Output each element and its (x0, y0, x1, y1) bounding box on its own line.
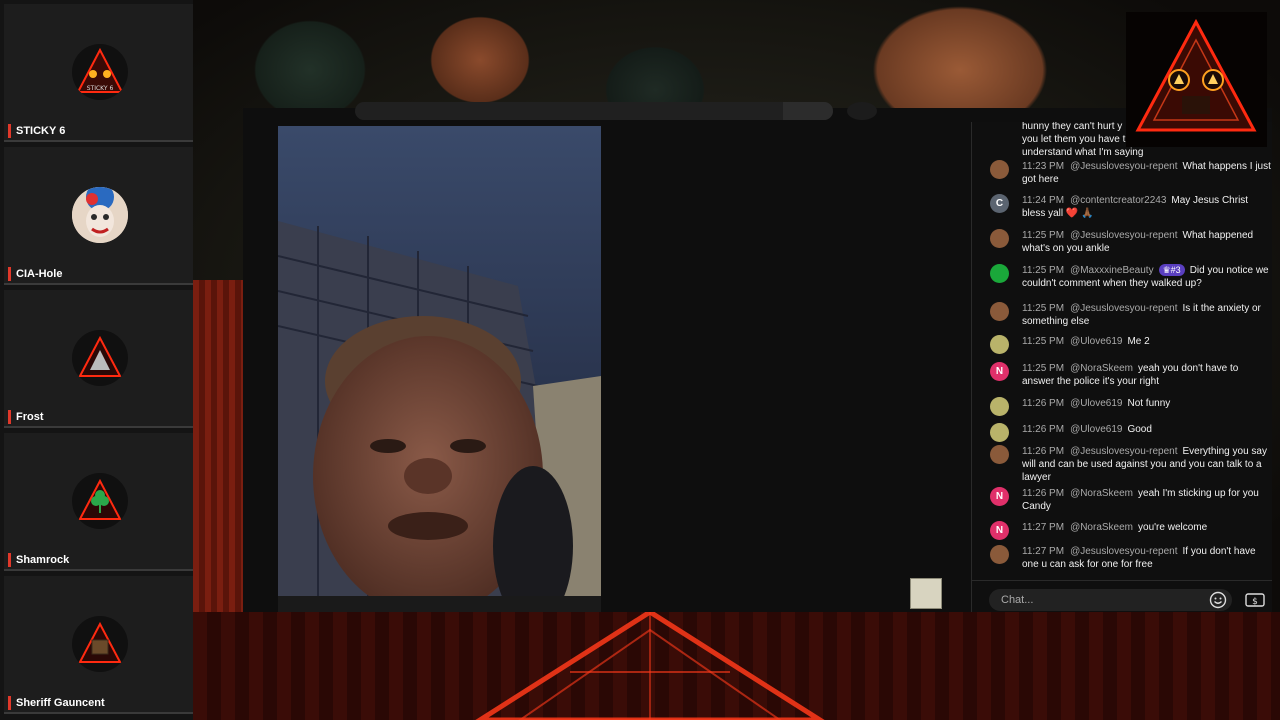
chat-message-body: 11:25 PM @Jesuslovesyou-repent What happen… (1022, 229, 1272, 255)
chat-avatar[interactable]: C (990, 194, 1009, 213)
chat-author[interactable]: @Jesuslovesyou-repent (1070, 446, 1177, 457)
super-chat-icon[interactable]: $ (1244, 591, 1266, 609)
chat-author[interactable]: @Jesuslovesyou-repent (1070, 303, 1177, 314)
svg-text:STICKY 6: STICKY 6 (87, 85, 114, 92)
search-icon[interactable] (783, 102, 833, 120)
chat-avatar[interactable] (990, 423, 1009, 442)
chat-text: Me 2 (1127, 336, 1150, 347)
participant-tile[interactable]: Sheriff Gauncent (4, 576, 193, 714)
browser-toolbar (243, 102, 973, 122)
chat-avatar[interactable] (990, 160, 1009, 179)
chat-message-body: 11:27 PM @NoraSkeem you're welcome (1022, 521, 1272, 534)
chat-author[interactable]: @NoraSkeem (1070, 488, 1133, 499)
chat-timestamp: 11:26 PM (1022, 488, 1065, 499)
chat-avatar[interactable] (990, 264, 1009, 283)
chat-timestamp: 11:27 PM (1022, 522, 1065, 533)
chat-timestamp: 11:25 PM (1022, 265, 1065, 276)
background-figure (193, 280, 243, 612)
chat-timestamp: 11:27 PM (1022, 546, 1065, 557)
chat-message-body: 11:26 PM @Jesuslovesyou-repent Everything … (1022, 445, 1272, 484)
chat-author[interactable]: @NoraSkeem (1070, 363, 1133, 374)
chat-avatar[interactable] (990, 302, 1009, 321)
participant-tile[interactable]: Shamrock (4, 433, 193, 571)
emoji-icon[interactable] (1209, 591, 1227, 609)
stream-window: hunny they can't hurt y you let them you… (243, 102, 1272, 612)
chat-author[interactable]: @Ulove619 (1070, 398, 1122, 409)
document-thumbnail[interactable] (910, 578, 942, 609)
chat-message-body: 11:26 PM @NoraSkeem yeah I'm sticking up f… (1022, 487, 1272, 513)
chat-author[interactable]: @MaxxxineBeauty (1070, 265, 1154, 276)
mic-icon[interactable] (847, 102, 877, 120)
participant-name: Shamrock (8, 553, 69, 567)
participant-name: CIA-Hole (8, 267, 62, 281)
chat-author[interactable]: @Jesuslovesyou-repent (1070, 161, 1177, 172)
chat-message-body: 11:25 PM @Jesuslovesyou-repent Is it the a… (1022, 302, 1272, 328)
live-video-feed[interactable] (278, 126, 601, 612)
chat-avatar[interactable] (990, 229, 1009, 248)
chat-message-body: 11:25 PM @NoraSkeem yeah you don't have to… (1022, 362, 1272, 388)
chat-avatar[interactable]: N (990, 521, 1009, 540)
chat-author[interactable]: @Jesuslovesyou-repent (1070, 230, 1177, 241)
participant-tile[interactable]: Frost (4, 290, 193, 428)
chat-timestamp: 11:24 PM (1022, 195, 1065, 206)
chat-text: Good (1127, 424, 1152, 435)
chat-timestamp: 11:26 PM (1022, 398, 1065, 409)
chat-timestamp: 11:25 PM (1022, 363, 1065, 374)
chat-timestamp: 11:25 PM (1022, 303, 1065, 314)
chat-author[interactable]: @Jesuslovesyou-repent (1070, 546, 1177, 557)
live-chat-panel: hunny they can't hurt y you let them you… (971, 122, 1272, 612)
clown-face-icon (72, 187, 128, 243)
chat-timestamp: 11:25 PM (1022, 230, 1065, 241)
chat-avatar[interactable] (990, 397, 1009, 416)
chat-timestamp: 11:26 PM (1022, 424, 1065, 435)
chat-author[interactable]: @Ulove619 (1070, 424, 1122, 435)
chat-author[interactable]: @Ulove619 (1070, 336, 1122, 347)
member-badge: ♛#3 (1158, 264, 1185, 276)
participant-name: STICKY 6 (8, 124, 65, 138)
triangle-logo-icon (72, 330, 128, 386)
chat-timestamp: 11:26 PM (1022, 446, 1065, 457)
chat-message-body: 11:24 PM @contentcreator2243 May Jesus Chr… (1022, 194, 1272, 220)
chat-message-body: 11:27 PM @Jesuslovesyou-repent If you don'… (1022, 545, 1272, 571)
chat-author[interactable]: @NoraSkeem (1070, 522, 1133, 533)
participant-tile[interactable]: CIA-Hole (4, 147, 193, 285)
svg-text:$: $ (1252, 597, 1258, 607)
channel-logo (1126, 12, 1267, 147)
chat-author[interactable]: @contentcreator2243 (1070, 195, 1166, 206)
box-triangle-icon (72, 616, 128, 672)
chat-avatar[interactable] (990, 545, 1009, 564)
triangle-logo-icon: STICKY 6 (72, 44, 128, 100)
chat-avatar[interactable] (990, 335, 1009, 354)
chat-timestamp: 11:25 PM (1022, 336, 1065, 347)
participant-name: Sheriff Gauncent (8, 696, 105, 710)
chat-input[interactable] (989, 589, 1232, 611)
chat-avatar[interactable]: N (990, 362, 1009, 381)
chat-avatar[interactable]: N (990, 487, 1009, 506)
chat-text: Not funny (1127, 398, 1171, 409)
participant-sidebar: STICKY 6 STICKY 6 CIA-Hole Frost Shamroc… (0, 0, 193, 720)
chat-text: you're welcome (1138, 522, 1208, 533)
chat-message-body: 11:26 PM @Ulove619 Good (1022, 423, 1272, 436)
chat-avatar[interactable] (990, 445, 1009, 464)
shamrock-triangle-icon (72, 473, 128, 529)
search-input[interactable] (355, 102, 833, 120)
chat-text: understand what I'm saying (1022, 147, 1144, 158)
chat-message-body: 11:25 PM @Ulove619 Me 2 (1022, 335, 1272, 348)
chat-timestamp: 11:23 PM (1022, 161, 1065, 172)
participant-name: Frost (8, 410, 44, 424)
neon-triangle-decoration (440, 612, 860, 720)
chat-input-bar: $ (972, 580, 1272, 612)
chat-message-body: 11:23 PM @Jesuslovesyou-repent What happen… (1022, 160, 1272, 186)
chat-message-body: 11:26 PM @Ulove619 Not funny (1022, 397, 1272, 410)
chat-message-body: 11:25 PM @MaxxxineBeauty ♛#3 Did you notice… (1022, 264, 1272, 290)
participant-tile[interactable]: STICKY 6 STICKY 6 (4, 4, 193, 142)
